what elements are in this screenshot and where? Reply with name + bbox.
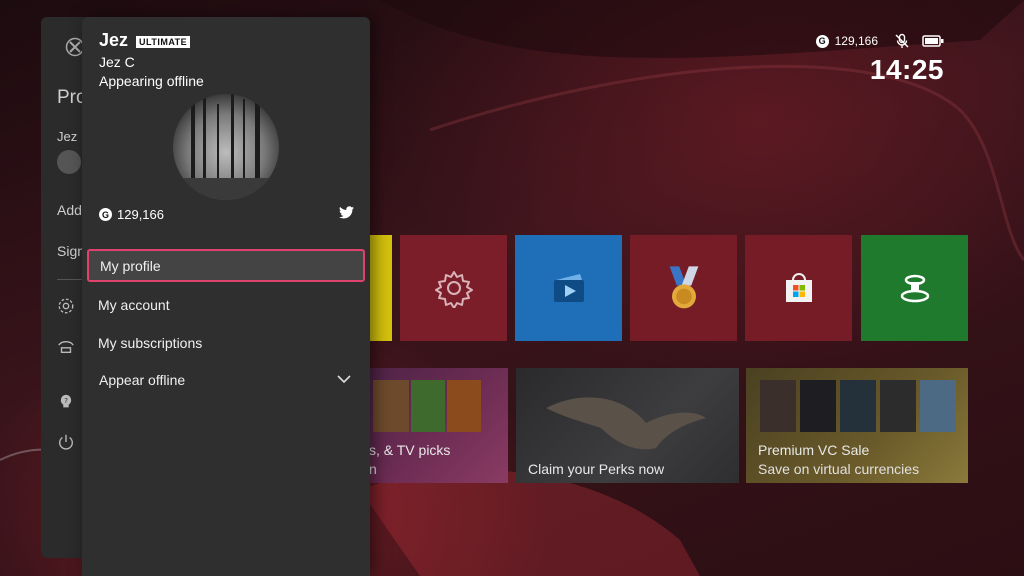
card-title: Claim your Perks now: [528, 461, 665, 477]
guide-avatar: [57, 150, 81, 174]
media-player-icon: [553, 274, 584, 302]
avatar: [173, 94, 279, 200]
ultimate-badge: ULTIMATE: [136, 36, 191, 48]
menu-appear-offline[interactable]: Appear offline: [87, 363, 365, 396]
menu-my-account[interactable]: My account: [87, 288, 365, 321]
tile-store[interactable]: [745, 235, 852, 341]
tile-achievements[interactable]: [630, 235, 737, 341]
power-icon[interactable]: [57, 433, 75, 451]
card-subtitle: Save on virtual currencies: [758, 461, 920, 477]
status-gamerscore: 129,166: [834, 34, 878, 48]
real-name: Jez C: [99, 54, 135, 70]
battery-icon: [922, 35, 944, 47]
guide-sign[interactable]: Sign: [57, 243, 85, 259]
accessory-icon: [900, 274, 929, 303]
menu-label: Appear offline: [99, 371, 186, 388]
card-subtitle: n: [369, 461, 377, 477]
mic-muted-icon: [895, 33, 909, 48]
tile-accessories[interactable]: [861, 235, 968, 341]
menu-my-profile[interactable]: My profile: [87, 249, 365, 282]
svg-text:?: ?: [64, 396, 68, 405]
achievement-medal-icon: [669, 266, 698, 309]
card-title: Premium VC Sale: [758, 442, 870, 458]
menu-my-subscriptions[interactable]: My subscriptions: [87, 326, 365, 359]
clock: 14:25: [869, 54, 944, 85]
settings-icon[interactable]: [57, 297, 75, 315]
tile-media-player[interactable]: [515, 235, 622, 341]
settings-gear-icon: [434, 271, 473, 308]
guide-add[interactable]: Add: [57, 202, 82, 218]
tile-settings[interactable]: [400, 235, 507, 341]
presence-status: Appearing offline: [99, 73, 204, 89]
guide-user: Jez: [57, 129, 78, 144]
gamerscore-value: 129,166: [117, 207, 164, 222]
chevron-down-icon: [337, 375, 351, 384]
menu-label: My account: [98, 296, 170, 313]
card-title: s, & TV picks: [369, 442, 451, 458]
menu-label: My profile: [100, 257, 161, 274]
card-perks[interactable]: Claim your Perks now: [516, 368, 739, 483]
help-icon[interactable]: ?: [57, 393, 75, 411]
connection-icon[interactable]: [57, 337, 75, 355]
card-vc-sale[interactable]: Premium VC Sale Save on virtual currenci…: [746, 368, 968, 483]
status-bar: G 129,166: [815, 33, 944, 49]
microsoft-store-icon: [785, 273, 812, 302]
menu-label: My subscriptions: [98, 334, 203, 351]
gamertag: Jez: [99, 30, 129, 50]
twitter-icon[interactable]: [339, 206, 354, 219]
profile-gamerscore: G 129,166: [99, 207, 164, 222]
gamerscore-icon: G: [99, 208, 112, 221]
gamerscore-icon: G: [815, 34, 829, 48]
profile-panel: Jez ULTIMATE Jez C Appearing offline G 1…: [82, 17, 370, 576]
